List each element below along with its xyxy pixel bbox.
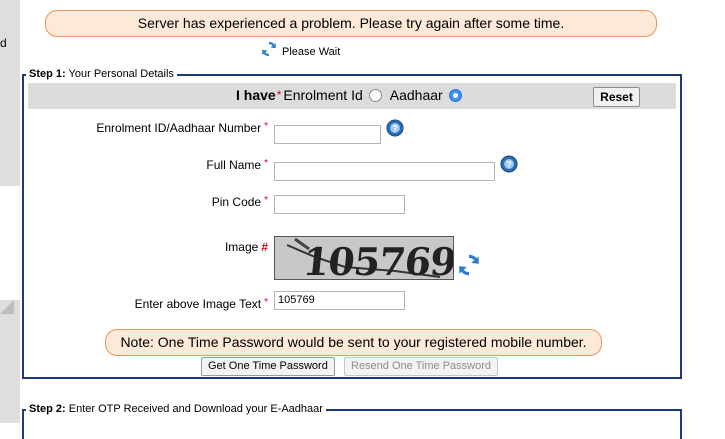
please-wait-text: Please Wait bbox=[282, 46, 341, 58]
required-marker: # bbox=[261, 240, 268, 254]
step2-fieldset: Step 2: Enter OTP Received and Download … bbox=[22, 403, 682, 439]
step1-legend-title: Your Personal Details bbox=[68, 68, 174, 80]
i-have-label: I have bbox=[236, 87, 276, 103]
pin-code-label-text: Pin Code bbox=[211, 195, 262, 209]
step2-legend-step: Step 2: bbox=[29, 403, 66, 415]
loading-indicator: Please Wait bbox=[260, 39, 340, 59]
step1-legend: Step 1: Your Personal Details bbox=[26, 68, 177, 80]
required-marker: * bbox=[264, 158, 268, 169]
enrolment-id-label: Enrolment ID/Aadhaar Number * bbox=[96, 121, 268, 135]
server-error-alert: Server has experienced a problem. Please… bbox=[45, 10, 657, 37]
pin-code-input[interactable] bbox=[274, 195, 405, 214]
step1-fieldset: Step 1: Your Personal Details I have * E… bbox=[22, 68, 682, 379]
enrolment-id-label-text: Enrolment ID/Aadhaar Number bbox=[96, 121, 262, 135]
otp-note-text: Note: One Time Password would be sent to… bbox=[120, 334, 587, 350]
page-fold-icon bbox=[0, 300, 14, 314]
enrolment-id-input[interactable] bbox=[274, 125, 381, 144]
info-icon[interactable]: ? bbox=[386, 119, 404, 137]
left-panel-glyph: d bbox=[0, 36, 7, 50]
refresh-icon bbox=[262, 41, 276, 57]
step1-legend-step: Step 1: bbox=[29, 68, 66, 80]
reset-button[interactable]: Reset bbox=[593, 87, 640, 107]
aadhaar-option-label: Aadhaar bbox=[389, 87, 443, 103]
captcha-text: 105769 bbox=[300, 239, 454, 280]
svg-text:?: ? bbox=[506, 160, 512, 170]
image-label: Image # bbox=[225, 240, 268, 254]
full-name-label-text: Full Name bbox=[206, 158, 262, 172]
required-marker: * bbox=[276, 88, 282, 102]
pin-code-label: Pin Code * bbox=[212, 195, 268, 209]
left-panel-edge-bottom bbox=[0, 300, 20, 423]
info-icon[interactable]: ? bbox=[500, 155, 518, 173]
required-marker: * bbox=[264, 121, 268, 132]
captcha-image: 105769 bbox=[274, 236, 454, 280]
otp-note: Note: One Time Password would be sent to… bbox=[105, 329, 602, 356]
required-marker: * bbox=[264, 195, 268, 206]
id-type-options: I have * Enrolment Id Aadhaar bbox=[236, 87, 470, 103]
refresh-captcha-icon[interactable] bbox=[456, 252, 482, 278]
full-name-input[interactable] bbox=[274, 162, 495, 181]
enrolment-radio[interactable] bbox=[368, 88, 382, 102]
left-panel-edge-top bbox=[0, 0, 20, 186]
aadhaar-radio[interactable] bbox=[448, 88, 462, 102]
resend-otp-button[interactable]: Resend One Time Password bbox=[344, 357, 499, 376]
step2-legend-title: Enter OTP Received and Download your E-A… bbox=[68, 403, 323, 415]
step2-legend: Step 2: Enter OTP Received and Download … bbox=[26, 403, 326, 415]
id-type-selector-band: I have * Enrolment Id Aadhaar Reset bbox=[28, 83, 676, 109]
captcha-input-label: Enter above Image Text * bbox=[135, 297, 268, 311]
captcha-input-label-text: Enter above Image Text bbox=[134, 297, 262, 311]
captcha-input[interactable]: 105769 bbox=[274, 291, 405, 310]
get-otp-button[interactable]: Get One Time Password bbox=[201, 357, 335, 376]
svg-text:?: ? bbox=[392, 124, 398, 134]
required-marker: * bbox=[264, 297, 268, 308]
full-name-label: Full Name * bbox=[206, 158, 268, 172]
enrolment-option-label: Enrolment Id bbox=[283, 87, 363, 103]
image-label-text: Image bbox=[224, 240, 259, 254]
server-error-message: Server has experienced a problem. Please… bbox=[137, 15, 565, 31]
